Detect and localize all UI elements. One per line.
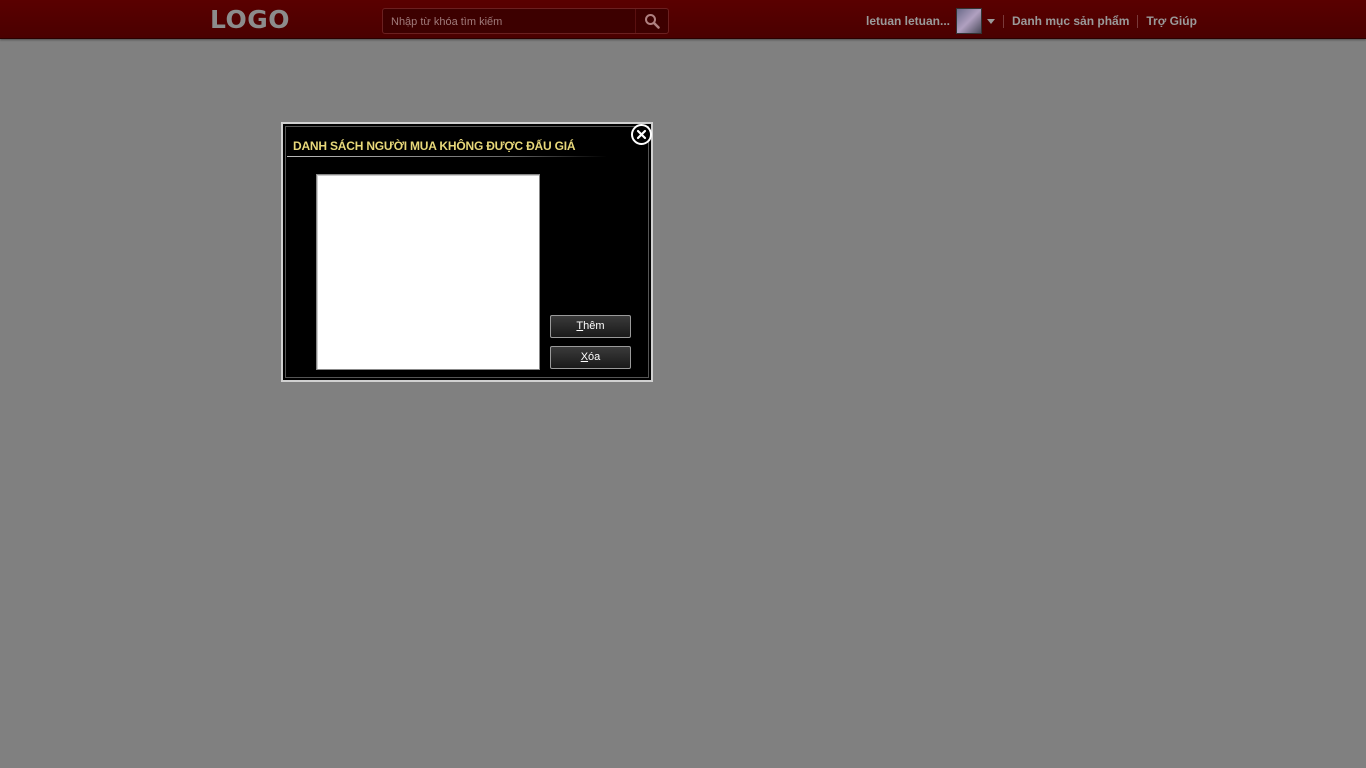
title-divider: [287, 156, 607, 157]
nav-categories-link[interactable]: Danh mục sản phẩm: [1012, 14, 1129, 28]
search-box: [382, 8, 669, 34]
divider: [1137, 14, 1139, 28]
delete-button[interactable]: Xóa: [550, 346, 631, 369]
add-button[interactable]: Thêm: [550, 315, 631, 338]
close-button[interactable]: [631, 124, 652, 145]
add-button-label: hêm: [583, 320, 605, 332]
close-icon: [636, 129, 647, 140]
top-bar: LOGO letuan letuan... Danh mục sản phẩm …: [0, 0, 1366, 39]
dialog-title: DANH SÁCH NGƯỜI MUA KHÔNG ĐƯỢC ĐẤU GIÁ: [293, 139, 576, 153]
nav-help-link[interactable]: Trợ Giúp: [1146, 14, 1197, 28]
user-area: letuan letuan... Danh mục sản phẩm Trợ G…: [866, 8, 1197, 34]
blocked-buyers-list[interactable]: [316, 174, 540, 370]
blocked-buyers-dialog: DANH SÁCH NGƯỜI MUA KHÔNG ĐƯỢC ĐẤU GIÁ T…: [281, 122, 653, 382]
user-name[interactable]: letuan letuan...: [866, 14, 950, 28]
chevron-down-icon[interactable]: [987, 18, 996, 24]
divider: [1003, 14, 1005, 28]
delete-button-label: óa: [588, 351, 601, 363]
dialog-frame: DANH SÁCH NGƯỜI MUA KHÔNG ĐƯỢC ĐẤU GIÁ T…: [285, 126, 649, 378]
search-icon: [645, 14, 660, 29]
delete-button-mnemonic: X: [580, 351, 589, 363]
avatar[interactable]: [956, 8, 983, 34]
logo[interactable]: LOGO: [210, 5, 290, 34]
search-button[interactable]: [635, 9, 668, 33]
search-input[interactable]: [389, 11, 638, 33]
